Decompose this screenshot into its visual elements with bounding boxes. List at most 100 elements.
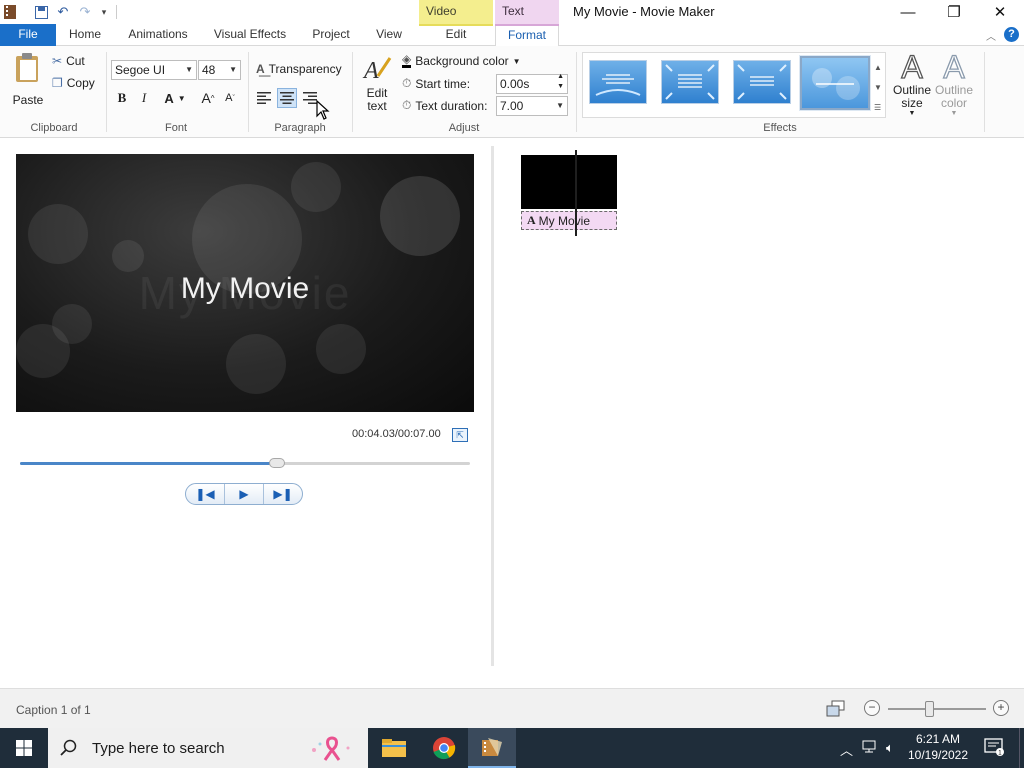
svg-text:A: A [362,58,379,82]
adjust-group-label: Adjust [448,122,480,134]
app-icon[interactable] [2,4,18,20]
file-explorer-taskbar-button[interactable] [370,728,418,768]
play-icon: ▶ [239,487,249,501]
spinner-arrows-icon[interactable]: ▲ ▼ [557,72,564,92]
video-preview[interactable]: My Movie My Movie [16,154,474,412]
movie-maker-icon [482,738,502,756]
tab-format[interactable]: Format [495,24,559,47]
ribbon-tab-row: File Home Animations Visual Effects Proj… [0,24,1024,47]
show-hidden-icons-icon[interactable]: ︿ [840,740,853,759]
minimize-button[interactable]: — [885,0,931,24]
effect-thumbnail[interactable] [661,60,719,104]
chevron-down-icon: ▼ [512,56,521,66]
redo-icon[interactable]: ↷ [77,4,93,20]
caption-clip-label: My Movie [538,213,591,228]
grow-font-button[interactable]: A ^ [198,88,218,108]
effect-thumbnail-selected[interactable] [800,56,870,110]
italic-button[interactable]: I [134,88,154,108]
align-center-button[interactable] [277,88,297,108]
window-title: My Movie - Movie Maker [573,4,715,19]
bold-button[interactable]: B [112,88,132,108]
play-button[interactable]: ▶ [225,484,264,504]
font-color-button[interactable]: A ▼ [160,88,190,108]
volume-icon[interactable]: 🔈︎ [886,740,894,756]
movie-maker-taskbar-button[interactable] [468,728,516,768]
outline-a-icon: A [901,49,924,85]
text-duration-label: Text duration: [415,98,488,113]
font-size-select[interactable]: 48 ▼ [198,60,241,80]
chevron-down-icon: ▼ [950,110,958,117]
tab-edit[interactable]: Edit [419,24,493,46]
outline-color-button[interactable]: A Outline color ▼ [932,49,976,117]
help-icon[interactable]: ? [1004,27,1019,42]
tab-visual-effects[interactable]: Visual Effects [206,24,294,46]
taskbar-clock[interactable]: 6:21 AM 10/19/2022 [902,731,974,763]
chrome-taskbar-button[interactable] [420,728,468,768]
fullscreen-icon[interactable]: ⇱ [452,428,468,442]
copy-label: Copy [66,76,95,90]
pane-splitter[interactable] [491,146,494,666]
caption-clip[interactable]: A My Movie [521,211,617,230]
previous-frame-button[interactable]: ❚◀ [186,484,225,504]
taskbar-search-box[interactable]: Type here to search [48,728,368,768]
gallery-more-icon[interactable]: ☰ [874,98,882,118]
cut-button[interactable]: ✂ Cut [52,54,85,68]
next-frame-button[interactable]: ▶❚ [264,484,302,504]
status-bar: Caption 1 of 1 − + [0,688,1024,728]
text-duration-value: 7.00 [500,99,524,113]
zoom-slider[interactable] [888,701,986,717]
zoom-out-button[interactable]: − [864,700,880,716]
transparency-button[interactable]: A͟ Transparency [256,62,342,76]
playhead[interactable] [575,150,577,236]
effect-thumbnail[interactable] [733,60,791,104]
bokeh-decoration [291,162,341,212]
font-family-select[interactable]: Segoe UI ▼ [111,60,197,80]
seek-bar[interactable] [20,458,470,468]
maximize-button[interactable]: ❐ [931,0,977,24]
gallery-scroll[interactable]: ▲ ▼ ☰ [874,58,882,118]
outline-size-button[interactable]: A Outline size ▼ [890,49,934,117]
copy-button[interactable]: ❐ Copy [52,76,95,90]
undo-icon[interactable]: ↶ [55,4,71,20]
show-desktop-button[interactable] [1019,728,1024,768]
shrink-font-label: A [225,92,233,104]
copy-icon: ❐ [52,76,63,90]
playback-controls: ❚◀ ▶ ▶❚ [185,483,303,505]
save-icon[interactable] [33,4,49,20]
close-button[interactable]: ✕ [977,0,1023,24]
align-left-button[interactable] [254,88,274,108]
scroll-down-icon[interactable]: ▼ [874,78,882,98]
zoom-thumb[interactable] [925,701,935,717]
notifications-icon[interactable]: 1 [984,738,1004,759]
network-icon[interactable] [862,740,878,757]
paragraph-group-label: Paragraph [274,122,326,134]
bokeh-decoration [28,204,88,264]
group-separator [106,52,107,132]
tab-animations[interactable]: Animations [122,24,194,46]
next-frame-icon: ▶❚ [273,487,293,501]
collapse-ribbon-icon[interactable]: ︿ [986,28,996,43]
shrink-font-button[interactable]: Aˇ [220,88,240,108]
start-button[interactable] [0,728,48,768]
tab-project[interactable]: Project [304,24,358,46]
customize-qat-icon[interactable]: ▾ [96,4,112,20]
clip-thumbnail[interactable] [521,155,617,209]
seek-thumb[interactable] [268,458,285,468]
tab-home[interactable]: Home [60,24,110,46]
background-color-button[interactable]: ◈ Background color ▼ [402,53,521,68]
effect-thumbnail[interactable] [589,60,647,104]
tab-file[interactable]: File [0,24,56,46]
edit-text-button[interactable]: A Edit text [360,54,394,113]
text-duration-select[interactable]: 7.00 ▼ [496,96,568,116]
thumbnail-size-icon[interactable] [826,700,846,721]
tab-view[interactable]: View [366,24,412,46]
background-color-label: Background color [415,54,509,68]
zoom-in-button[interactable]: + [993,700,1009,716]
paste-button[interactable]: Paste [8,52,48,112]
effect-preview-icon [665,64,715,100]
effect-preview-icon [595,74,641,96]
start-time-spinner[interactable]: 0.00s ▲ ▼ [496,72,568,94]
scroll-up-icon[interactable]: ▲ [874,58,882,78]
folder-icon [382,739,406,757]
stopwatch-icon: ⏱ [402,76,412,90]
